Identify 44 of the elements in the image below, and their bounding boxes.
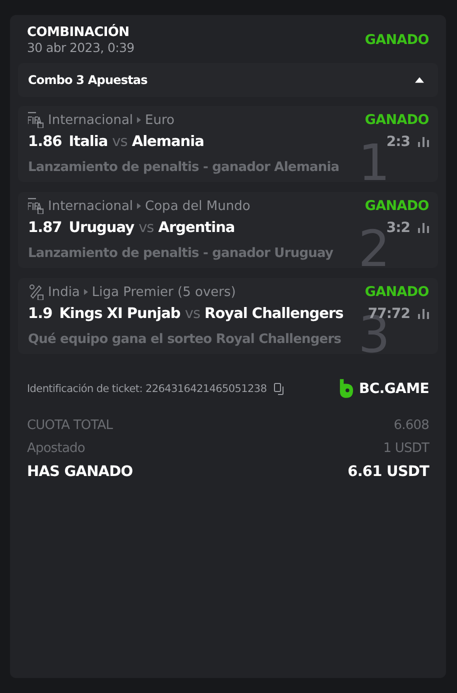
summary-label: HAS GANADO [27,464,133,480]
chevron-icon [137,203,142,209]
status-label: GANADO [364,112,429,128]
match-teams: Italia vs Alemania [68,134,204,150]
market-description: Lanzamiento de penaltis - ganador Alemania [28,159,340,175]
ticket-id: Identificación de ticket: 2264316421465051238 [27,382,267,394]
combo-header[interactable]: Combo 3 Apuestas [18,63,438,97]
fifa-icon [28,112,44,128]
status-label: GANADO [364,198,429,214]
score-value: 2:3 [386,134,410,150]
copy-icon[interactable] [274,382,285,394]
logo-icon [339,379,354,398]
bar-chart-icon[interactable] [418,137,429,147]
chevron-icon [137,117,142,123]
bet-type: COMBINACIÓN [27,25,130,40]
score-value: 3:2 [386,220,410,236]
odds-value: 1.9 [28,306,52,322]
match-teams: Kings XI Punjab vs Royal Challengers [59,306,344,322]
bet-date: 30 abr 2023, 0:39 [27,40,134,55]
summary-value: 6.608 [394,418,429,433]
league-label: Copa del Mundo [145,198,250,214]
fifa-icon [28,198,44,214]
status-label: GANADO [364,284,429,300]
country-label: India [48,284,80,300]
country-label: Internacional [48,112,134,128]
market-description: Qué equipo gana el sorteo Royal Challengers [28,331,342,347]
summary-label: CUOTA TOTAL [27,418,113,433]
odds-value: 1.86 [28,134,62,150]
cricket-icon [28,284,44,300]
league-label: Euro [145,112,174,128]
match-teams: Uruguay vs Argentina [68,220,235,236]
caret-icon [415,77,424,83]
country-label: Internacional [48,198,134,214]
league-label: Liga Premier (5 overs) [92,284,236,300]
bar-chart-icon[interactable] [418,309,429,319]
chevron-icon [84,289,88,295]
summary-value: 1 USDT [383,441,429,456]
bar-chart-icon[interactable] [418,223,429,233]
summary-value: 6.61 USDT [348,464,429,480]
market-description: Lanzamiento de penaltis - ganador Uruguay [28,245,334,261]
brand-name: BC.GAME [359,380,429,396]
odds-value: 1.87 [28,220,62,236]
summary-label: Apostado [27,441,85,456]
status-label: GANADO [364,32,429,48]
